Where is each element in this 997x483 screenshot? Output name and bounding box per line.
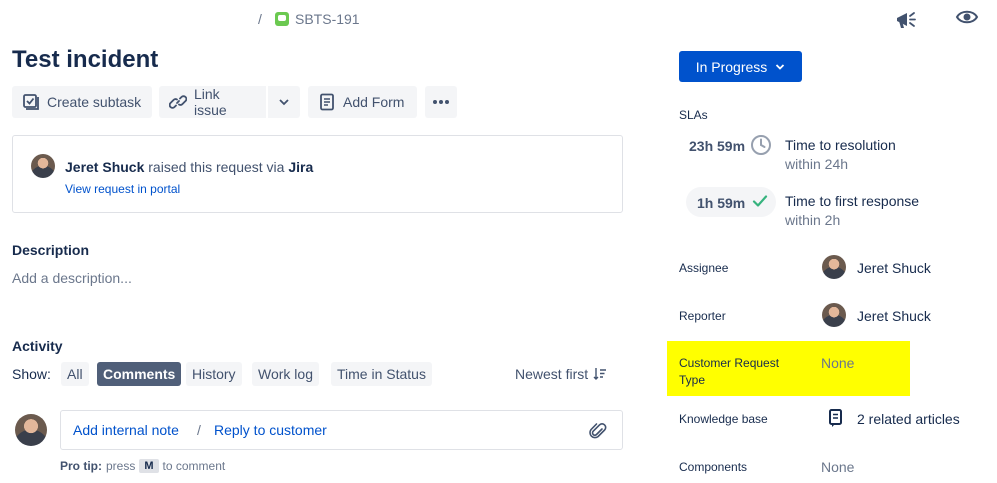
sla-first-response-time: 1h 59m — [697, 195, 746, 211]
customer-request-type-value[interactable]: None — [821, 355, 854, 371]
current-user-avatar — [15, 414, 47, 446]
sort-descending-icon — [593, 368, 607, 380]
filter-all[interactable]: All — [61, 362, 89, 386]
assignee-avatar — [822, 255, 846, 279]
sla-resolution-title: Time to resolution — [785, 137, 896, 153]
avatar — [31, 154, 55, 178]
megaphone-icon[interactable] — [894, 9, 918, 36]
filter-history[interactable]: History — [186, 362, 242, 386]
sla-resolution-subtitle: within 24h — [785, 156, 849, 172]
reporter-value: Jeret Shuck — [857, 308, 931, 324]
pro-tip-suffix: to comment — [162, 459, 226, 473]
link-issue-dropdown-button[interactable] — [268, 86, 300, 118]
assignee-value: Jeret Shuck — [857, 260, 931, 276]
description-field[interactable]: Add a description... — [12, 270, 132, 286]
breadcrumb-issue-key[interactable]: SBTS-191 — [295, 11, 360, 27]
create-subtask-button[interactable]: Create subtask — [12, 86, 152, 118]
pro-tip-press: press — [106, 459, 136, 473]
add-form-button[interactable]: Add Form — [308, 86, 417, 118]
watch-eye-icon[interactable] — [955, 6, 979, 33]
raised-by-text: Jeret Shuck raised this request via Jira — [65, 159, 313, 175]
view-request-in-portal-link[interactable]: View request in portal — [65, 182, 180, 196]
chevron-down-icon — [279, 99, 289, 106]
sla-resolution-time: 23h 59m — [689, 138, 746, 154]
reporter-avatar — [822, 303, 846, 327]
show-label: Show: — [12, 366, 51, 382]
assignee-field[interactable]: Jeret Shuck — [822, 254, 942, 280]
check-icon — [751, 192, 769, 215]
add-internal-note-link[interactable]: Add internal note — [73, 422, 179, 438]
pro-tip-bold: Pro tip: — [60, 459, 102, 473]
components-label: Components — [679, 460, 748, 474]
more-icon — [433, 100, 449, 104]
reporter-name: Jeret Shuck — [65, 159, 145, 175]
attachment-icon[interactable] — [588, 421, 608, 446]
filter-comments[interactable]: Comments — [97, 362, 182, 386]
article-icon — [828, 408, 844, 433]
breadcrumb-separator: / — [258, 11, 262, 27]
keyboard-shortcut-key: M — [139, 459, 159, 473]
link-icon — [169, 95, 187, 109]
knowledge-base-value[interactable]: 2 related articles — [857, 411, 960, 427]
customer-request-type-label-line1: Customer Request — [679, 356, 780, 370]
status-button[interactable]: In Progress — [679, 51, 802, 82]
link-issue-label: Link issue — [194, 86, 227, 118]
form-icon — [320, 93, 334, 111]
clock-icon — [750, 134, 772, 161]
service-request-icon — [275, 12, 289, 26]
assignee-label: Assignee — [679, 261, 729, 275]
components-value[interactable]: None — [821, 459, 854, 475]
chevron-down-icon — [776, 63, 785, 70]
sort-label: Newest first — [515, 366, 589, 382]
filter-time-in-status[interactable]: Time in Status — [331, 362, 432, 386]
composer-separator: / — [197, 422, 201, 438]
request-details-card: Jeret Shuck raised this request via Jira… — [12, 135, 623, 213]
more-actions-button[interactable] — [425, 86, 457, 118]
sort-order-button[interactable]: Newest first — [515, 366, 607, 382]
link-issue-button[interactable]: Link issue — [159, 86, 266, 118]
reply-to-customer-link[interactable]: Reply to customer — [214, 422, 327, 438]
subtask-icon — [23, 94, 39, 110]
description-heading: Description — [12, 242, 90, 258]
comment-composer[interactable]: Add internal note / Reply to customer — [60, 410, 623, 450]
pro-tip: Pro tip: press M to comment — [60, 459, 225, 473]
raised-text: raised this request via — [144, 159, 289, 175]
sla-first-response-subtitle: within 2h — [785, 212, 841, 228]
create-subtask-label: Create subtask — [47, 94, 142, 110]
status-label: In Progress — [695, 58, 768, 75]
filter-work-log[interactable]: Work log — [252, 362, 319, 386]
reporter-label: Reporter — [679, 309, 726, 323]
add-form-label: Add Form — [343, 94, 405, 110]
slas-label: SLAs — [679, 108, 708, 122]
sla-first-response-title: Time to first response — [785, 193, 920, 209]
reporter-field[interactable]: Jeret Shuck — [822, 302, 942, 328]
knowledge-base-label: Knowledge base — [679, 412, 768, 426]
customer-request-type-label-line2: Type — [679, 373, 706, 387]
activity-heading: Activity — [12, 338, 63, 354]
request-channel: Jira — [288, 159, 314, 175]
issue-title[interactable]: Test incident — [12, 46, 158, 74]
